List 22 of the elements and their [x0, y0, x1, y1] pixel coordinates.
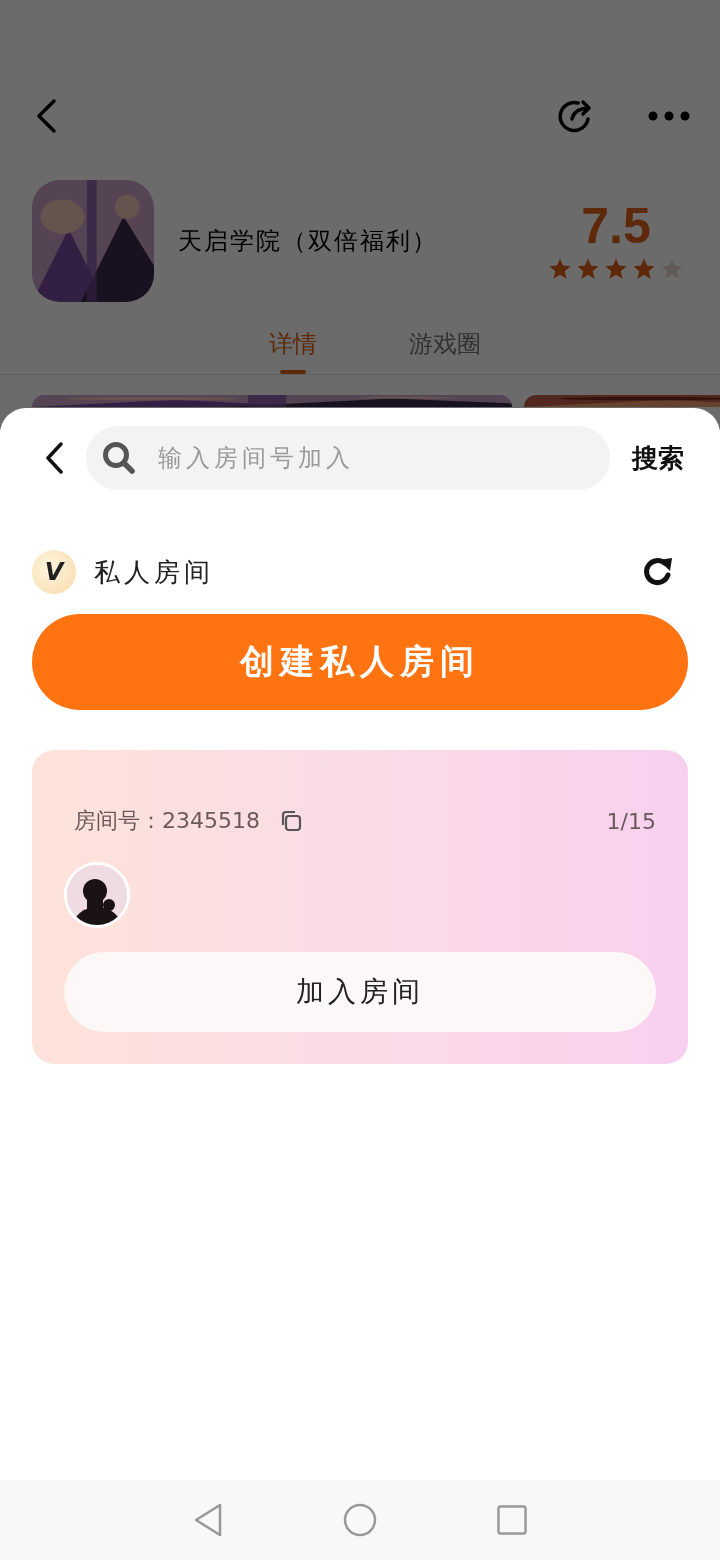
vip-badge: V: [32, 550, 76, 594]
star-icon: [604, 257, 628, 281]
recents-icon[interactable]: [497, 1505, 527, 1535]
star-icon: [548, 257, 572, 281]
home-icon[interactable]: [343, 1503, 377, 1537]
copy-icon[interactable]: [280, 810, 302, 832]
back-icon[interactable]: [44, 442, 64, 474]
join-room-button[interactable]: 加入房间: [64, 952, 656, 1032]
search-button[interactable]: 搜索: [632, 440, 684, 476]
star-icon: [632, 257, 656, 281]
app-title: 天启学院（双倍福利）: [178, 226, 439, 257]
tab[interactable]: 详情: [269, 324, 317, 374]
tab[interactable]: 游戏圈: [409, 324, 481, 374]
create-room-button[interactable]: 创建私人房间: [32, 614, 688, 710]
room-number: 房间号：2345518: [74, 807, 260, 835]
search-field[interactable]: 输入房间号加入: [86, 426, 610, 490]
refresh-icon[interactable]: [642, 556, 674, 588]
star-icon: [576, 257, 600, 281]
section-title: 私人房间: [94, 555, 215, 589]
more-icon[interactable]: [648, 111, 690, 121]
member-count: 1/15: [606, 808, 656, 834]
rating-score: 7.5: [581, 201, 651, 251]
